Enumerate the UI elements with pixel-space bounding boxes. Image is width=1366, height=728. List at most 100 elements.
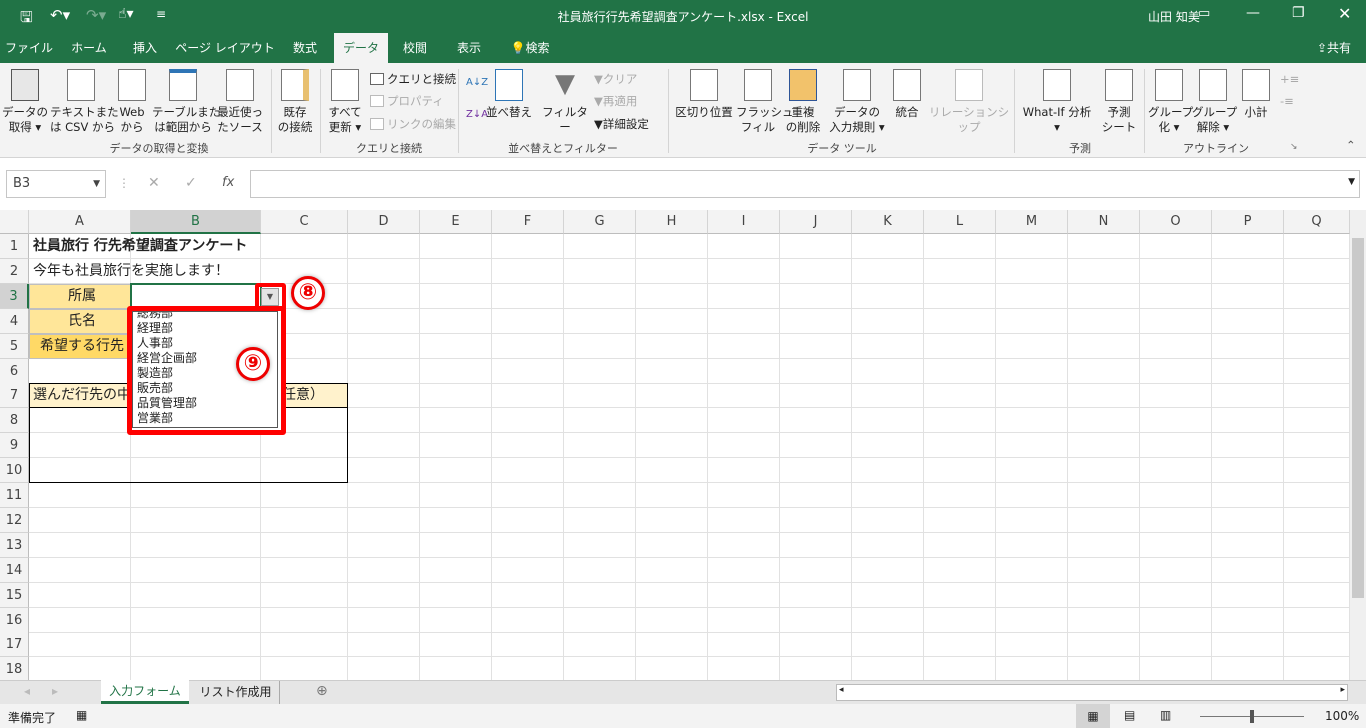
ungroup-button[interactable]: グループ 解除 ▾	[1192, 69, 1237, 135]
scroll-thumb[interactable]	[1352, 238, 1364, 598]
user-name[interactable]: 山田 知美	[1148, 8, 1200, 25]
hide-detail-icon[interactable]: -≡	[1280, 91, 1294, 111]
row-header-7[interactable]: 7	[0, 383, 29, 409]
tab-data[interactable]: データ	[334, 33, 388, 63]
dropdown-item[interactable]: 人事部	[137, 336, 173, 351]
add-sheet-icon[interactable]: ⊕	[316, 683, 328, 699]
refresh-all-button[interactable]: すべて 更新 ▾	[324, 69, 366, 135]
row-header-2[interactable]: 2	[0, 258, 29, 284]
tab-review[interactable]: 校閲	[390, 33, 440, 63]
column-header-O[interactable]: O	[1140, 210, 1212, 234]
advanced-filter-button[interactable]: ▼詳細設定	[594, 114, 649, 134]
page-layout-view-icon[interactable]: ▤	[1124, 708, 1135, 722]
column-header-F[interactable]: F	[492, 210, 564, 234]
page-break-view-icon[interactable]: ▥	[1160, 708, 1171, 722]
column-header-Q[interactable]: Q	[1284, 210, 1350, 234]
row-header-12[interactable]: 12	[0, 507, 29, 533]
horizontal-scrollbar[interactable]: ◂ ▸	[836, 684, 1348, 701]
tab-file[interactable]: ファイル	[0, 33, 58, 63]
enter-check-icon[interactable]: ✓	[185, 175, 197, 191]
dropdown-item[interactable]: 販売部	[137, 381, 173, 396]
row-header-1[interactable]: 1	[0, 234, 29, 259]
dialog-launcher-icon[interactable]: ↘	[1290, 137, 1298, 157]
cell-A2[interactable]: 今年も社員旅行を実施します！	[29, 259, 429, 283]
column-header-N[interactable]: N	[1068, 210, 1140, 234]
column-header-D[interactable]: D	[348, 210, 420, 234]
column-header-B[interactable]: B	[131, 210, 261, 234]
get-data-button[interactable]: データの 取得 ▾	[2, 69, 48, 135]
relationships-button[interactable]: リレーションシップ	[928, 69, 1010, 135]
column-header-A[interactable]: A	[29, 210, 131, 234]
close-icon[interactable]: ✕	[1338, 4, 1351, 23]
remove-duplicates-button[interactable]: 重複 の削除	[782, 69, 824, 135]
column-header-K[interactable]: K	[852, 210, 924, 234]
existing-connections-button[interactable]: 既存 の接続	[274, 69, 316, 135]
expand-formula-icon[interactable]: ▼	[1348, 177, 1355, 187]
column-header-I[interactable]: I	[708, 210, 780, 234]
dropdown-item[interactable]: 製造部	[137, 366, 173, 381]
vertical-scrollbar[interactable]	[1350, 210, 1366, 680]
row-header-16[interactable]: 16	[0, 607, 29, 633]
cell-A1[interactable]: 社員旅行 行先希望調査アンケート	[29, 234, 429, 258]
next-sheet-icon[interactable]: ▸	[52, 684, 58, 698]
zoom-level[interactable]: 100%	[1325, 709, 1359, 723]
collapse-ribbon-icon[interactable]: ⌃	[1346, 135, 1356, 155]
cell-A5[interactable]: 希望する行先	[29, 334, 131, 358]
from-table-button[interactable]: テーブルまた は範囲から	[152, 69, 220, 135]
from-text-csv-button[interactable]: テキストまた は CSV から	[50, 69, 119, 135]
edit-links-button[interactable]: リンクの編集	[370, 114, 456, 134]
row-header-4[interactable]: 4	[0, 308, 29, 334]
dropdown-item[interactable]: 総務部	[137, 312, 173, 321]
tab-search[interactable]: 💡検索	[500, 33, 560, 63]
row-header-15[interactable]: 15	[0, 582, 29, 608]
macro-record-icon[interactable]: ▦	[76, 708, 87, 722]
subtotal-button[interactable]: 小計	[1236, 69, 1276, 120]
properties-button[interactable]: プロパティ	[370, 91, 444, 111]
dropdown-item[interactable]: 経理部	[137, 321, 173, 336]
row-header-17[interactable]: 17	[0, 632, 29, 658]
column-header-H[interactable]: H	[636, 210, 708, 234]
reapply-button[interactable]: ▼再適用	[594, 91, 637, 111]
row-header-14[interactable]: 14	[0, 557, 29, 583]
column-header-G[interactable]: G	[564, 210, 636, 234]
normal-view-icon[interactable]: ▦	[1076, 704, 1110, 728]
restore-icon[interactable]: ❐	[1292, 5, 1305, 21]
queries-connections-button[interactable]: クエリと接続	[370, 69, 456, 89]
data-validation-button[interactable]: データの 入力規則 ▾	[826, 69, 888, 135]
share-button[interactable]: ⇪共有	[1306, 33, 1362, 63]
insert-function-icon[interactable]: fx	[222, 175, 234, 190]
column-header-M[interactable]: M	[996, 210, 1068, 234]
select-all-corner[interactable]	[0, 210, 29, 234]
row-header-18[interactable]: 18	[0, 657, 29, 680]
consolidate-button[interactable]: 統合	[888, 69, 926, 120]
column-header-L[interactable]: L	[924, 210, 996, 234]
tab-home[interactable]: ホーム	[60, 33, 118, 63]
formula-input[interactable]: ▼	[250, 170, 1360, 198]
scroll-right-icon[interactable]: ▸	[1340, 685, 1345, 695]
cell-A3[interactable]: 所属	[29, 284, 131, 308]
dropdown-item[interactable]: 営業部	[137, 411, 173, 426]
dropdown-item[interactable]: 経営企画部	[137, 351, 197, 366]
row-header-13[interactable]: 13	[0, 532, 29, 558]
row-header-10[interactable]: 10	[0, 458, 29, 484]
dropdown-item[interactable]: 品質管理部	[137, 396, 197, 411]
scroll-left-icon[interactable]: ◂	[839, 685, 844, 695]
forecast-sheet-button[interactable]: 予測 シート	[1098, 69, 1140, 135]
row-header-3[interactable]: 3	[0, 283, 29, 309]
worksheet-grid[interactable]: A B C D E F G H I J K L M N O P Q 1 2 3 4 5 6 7 8 9 10 11 12 13 14 15 16…	[0, 210, 1350, 680]
tab-page-layout[interactable]: ページ レイアウト	[175, 33, 275, 63]
sheet-tab-list[interactable]: リスト作成用	[192, 681, 280, 704]
flash-fill-button[interactable]: フラッシュ フィル	[736, 69, 794, 135]
ribbon-display-icon[interactable]: ▭	[1198, 6, 1210, 21]
tab-insert[interactable]: 挿入	[120, 33, 170, 63]
cancel-icon[interactable]: ✕	[148, 175, 160, 191]
what-if-analysis-button[interactable]: What-If 分析 ▾	[1018, 69, 1096, 135]
row-header-9[interactable]: 9	[0, 433, 29, 459]
filter-button[interactable]: ▼ フィルター	[540, 69, 590, 135]
column-header-E[interactable]: E	[420, 210, 492, 234]
name-box[interactable]: B3 ▼	[6, 170, 106, 198]
zoom-slider-thumb[interactable]	[1250, 710, 1254, 723]
show-detail-icon[interactable]: +≡	[1280, 69, 1299, 89]
clear-filter-button[interactable]: ▼クリア	[594, 69, 637, 89]
tab-formulas[interactable]: 数式	[280, 33, 330, 63]
